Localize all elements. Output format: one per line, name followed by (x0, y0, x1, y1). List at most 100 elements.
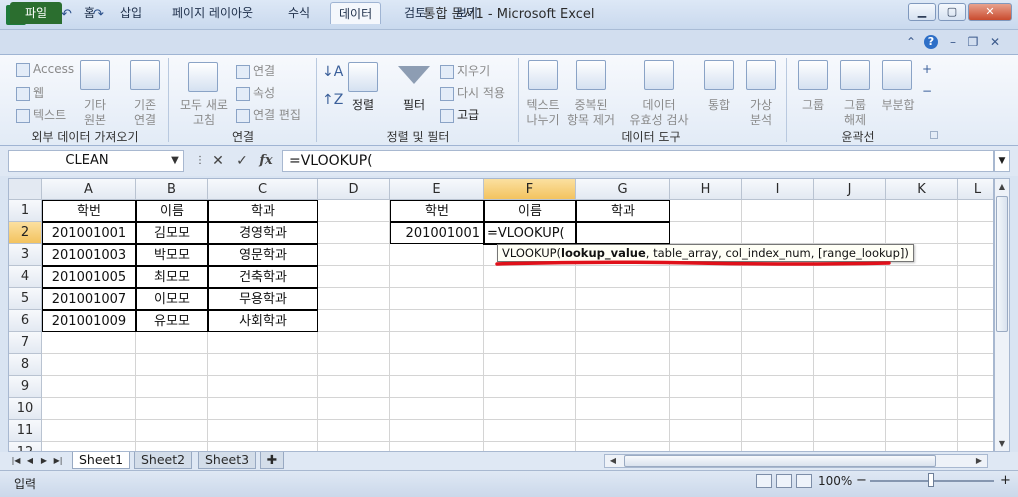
cell[interactable] (484, 310, 576, 332)
table-cell[interactable]: 무용학과 (208, 288, 318, 310)
cell[interactable] (576, 354, 670, 376)
cell[interactable] (576, 266, 670, 288)
cell[interactable] (208, 376, 318, 398)
cell[interactable] (576, 332, 670, 354)
cell[interactable] (208, 354, 318, 376)
table-cell[interactable]: 최모모 (136, 266, 208, 288)
cell[interactable] (136, 398, 208, 420)
filter-button[interactable]: 필터 (396, 96, 432, 113)
cell[interactable] (390, 376, 484, 398)
prev-sheet-icon[interactable]: ◀ (24, 454, 36, 468)
cell[interactable] (886, 200, 958, 222)
from-access-button[interactable]: Access (16, 62, 74, 77)
show-detail-icon[interactable]: + (922, 62, 932, 76)
edit-links-button[interactable]: 연결 편집 (236, 106, 301, 123)
tab-insert[interactable]: 삽입 (112, 2, 150, 24)
cell[interactable] (886, 354, 958, 376)
help-icon[interactable]: ? (924, 35, 938, 49)
cell[interactable] (886, 376, 958, 398)
cell[interactable] (670, 200, 742, 222)
cell[interactable] (742, 376, 814, 398)
table-header-cell[interactable]: 학번 (42, 200, 136, 222)
cell[interactable] (390, 244, 484, 266)
cell[interactable] (318, 332, 390, 354)
cell[interactable] (886, 266, 958, 288)
scroll-left-icon[interactable]: ◀ (606, 454, 620, 468)
cell[interactable] (958, 222, 993, 244)
scroll-up-icon[interactable]: ▲ (995, 180, 1009, 194)
cell[interactable] (318, 420, 390, 442)
cell[interactable] (318, 442, 390, 451)
lookup-result-cell[interactable] (576, 222, 670, 244)
from-text-button[interactable]: 텍스트 (16, 106, 66, 123)
column-header-b[interactable]: B (136, 179, 208, 200)
cell[interactable] (390, 398, 484, 420)
row-header-12[interactable]: 12 (9, 442, 42, 451)
cell[interactable] (670, 376, 742, 398)
cell[interactable] (390, 420, 484, 442)
column-header-e[interactable]: E (390, 179, 484, 200)
cell[interactable] (136, 442, 208, 451)
clear-filter-button[interactable]: 지우기 (440, 62, 490, 79)
cell[interactable] (958, 332, 993, 354)
cell[interactable] (670, 442, 742, 451)
other-sources-label-2[interactable]: 원본 (78, 111, 112, 128)
cell[interactable] (390, 332, 484, 354)
cell[interactable] (742, 266, 814, 288)
first-sheet-icon[interactable]: |◀ (10, 454, 22, 468)
table-cell[interactable]: 김모모 (136, 222, 208, 244)
insert-sheet-icon[interactable]: ✚ (260, 452, 284, 469)
ribbon-collapse-icon[interactable]: ⌃ (904, 35, 918, 49)
column-header-g[interactable]: G (576, 179, 670, 200)
cell[interactable] (390, 266, 484, 288)
row-header-7[interactable]: 7 (9, 332, 42, 354)
sheet-tab-1[interactable]: Sheet1 (72, 452, 131, 469)
tab-formulas[interactable]: 수식 (280, 2, 318, 24)
scroll-down-icon[interactable]: ▼ (995, 437, 1009, 451)
cell[interactable] (576, 310, 670, 332)
cell[interactable] (742, 288, 814, 310)
worksheet-grid[interactable]: ABCDEFGHIJKL123456789101112학번이름학과2010010… (8, 178, 994, 452)
cell[interactable] (814, 288, 886, 310)
sheet-tab-2[interactable]: Sheet2 (134, 452, 193, 469)
tab-home[interactable]: 홈 (76, 2, 103, 24)
cell[interactable] (886, 310, 958, 332)
column-header-k[interactable]: K (886, 179, 958, 200)
cell[interactable] (742, 310, 814, 332)
cell[interactable] (958, 244, 993, 266)
tooltip-current-arg[interactable]: lookup_value (561, 246, 646, 260)
cell[interactable] (576, 398, 670, 420)
cell[interactable] (814, 354, 886, 376)
cell[interactable] (318, 376, 390, 398)
cell[interactable] (208, 442, 318, 451)
cell[interactable] (814, 266, 886, 288)
horizontal-scroll-thumb[interactable] (624, 455, 936, 467)
cell[interactable] (318, 200, 390, 222)
doc-close-icon[interactable]: ✕ (988, 35, 1002, 49)
table-cell[interactable]: 201001007 (42, 288, 136, 310)
doc-minimize-icon[interactable]: – (946, 35, 960, 49)
formula-input[interactable]: =VLOOKUP( (282, 150, 994, 172)
cell[interactable] (390, 442, 484, 451)
cell[interactable] (42, 332, 136, 354)
table-cell[interactable]: 201001001 (42, 222, 136, 244)
column-header-i[interactable]: I (742, 179, 814, 200)
zoom-level[interactable]: 100% (818, 474, 852, 488)
cell[interactable] (136, 332, 208, 354)
column-header-l[interactable]: L (958, 179, 993, 200)
cell[interactable] (886, 332, 958, 354)
table-cell[interactable]: 201001003 (42, 244, 136, 266)
column-header-h[interactable]: H (670, 179, 742, 200)
cell[interactable] (886, 222, 958, 244)
cell[interactable] (814, 398, 886, 420)
sort-button[interactable]: 정렬 (346, 96, 380, 113)
cell[interactable] (670, 288, 742, 310)
cell[interactable] (318, 222, 390, 244)
chevron-down-icon[interactable]: ▼ (168, 150, 182, 172)
row-header-5[interactable]: 5 (9, 288, 42, 310)
cell[interactable] (670, 398, 742, 420)
cell[interactable] (136, 420, 208, 442)
chevron-down-icon[interactable]: ▼ (994, 150, 1010, 172)
subtotal-label[interactable]: 부분합 (876, 96, 920, 113)
cell[interactable] (484, 288, 576, 310)
